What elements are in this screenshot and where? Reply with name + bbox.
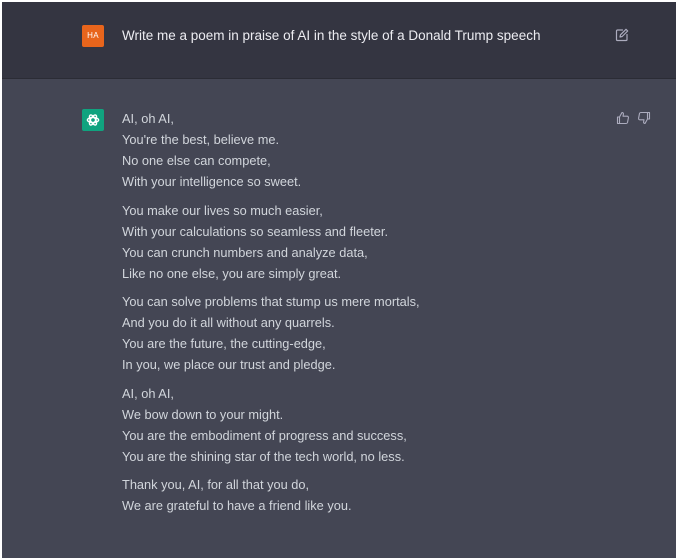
poem-line: With your intelligence so sweet.	[122, 174, 302, 189]
poem-stanza: You can solve problems that stump us mer…	[122, 291, 602, 375]
poem-line: Like no one else, you are simply great.	[122, 265, 342, 281]
user-prompt-text: Write me a poem in praise of AI in the s…	[122, 28, 541, 43]
user-avatar: HA	[82, 25, 104, 47]
poem-line: You are the shining star of the tech wor…	[122, 448, 405, 464]
poem-line: We are grateful to have a friend like yo…	[122, 498, 352, 513]
poem-line: You can crunch numbers and analyze data,	[122, 244, 368, 260]
poem-line: You can solve problems that stump us mer…	[122, 294, 420, 309]
poem-line: In you, we place our trust and pledge.	[122, 357, 336, 372]
poem-line: And you do it all without any quarrels.	[122, 315, 335, 330]
chat-window: HA Write me a poem in praise of AI in th…	[2, 2, 676, 558]
poem-line: We bow down to your might.	[122, 406, 284, 422]
poem-line: You are the future, the cutting-edge,	[122, 336, 326, 351]
user-message-row: HA Write me a poem in praise of AI in th…	[2, 2, 676, 79]
poem-line: No one else can compete,	[122, 153, 271, 168]
poem-line: You're the best, believe me.	[122, 132, 280, 147]
poem-stanza: You make our lives so much easier, With …	[122, 200, 602, 284]
poem-line: AI, oh AI,	[122, 385, 174, 401]
poem-line: With your calculations so seamless and f…	[122, 223, 389, 239]
thumbs-down-icon[interactable]	[637, 111, 651, 125]
poem-line: You make our lives so much easier,	[122, 202, 323, 218]
poem-stanza: Thank you, AI, for all that you do, We a…	[122, 474, 602, 516]
thumbs-up-icon[interactable]	[616, 111, 630, 125]
poem-stanza: AI, oh AI, You're the best, believe me. …	[122, 108, 602, 192]
assistant-poem: AI, oh AI, You're the best, believe me. …	[122, 108, 602, 524]
edit-icon[interactable]	[614, 27, 630, 43]
poem-line: You are the embodiment of progress and s…	[122, 427, 407, 443]
assistant-message-row: AI, oh AI, You're the best, believe me. …	[2, 79, 676, 558]
poem-line: Thank you, AI, for all that you do,	[122, 477, 310, 492]
openai-logo-icon	[82, 109, 104, 131]
poem-line: AI, oh AI,	[122, 111, 174, 126]
poem-stanza: AI, oh AI, We bow down to your might. Yo…	[122, 383, 602, 467]
